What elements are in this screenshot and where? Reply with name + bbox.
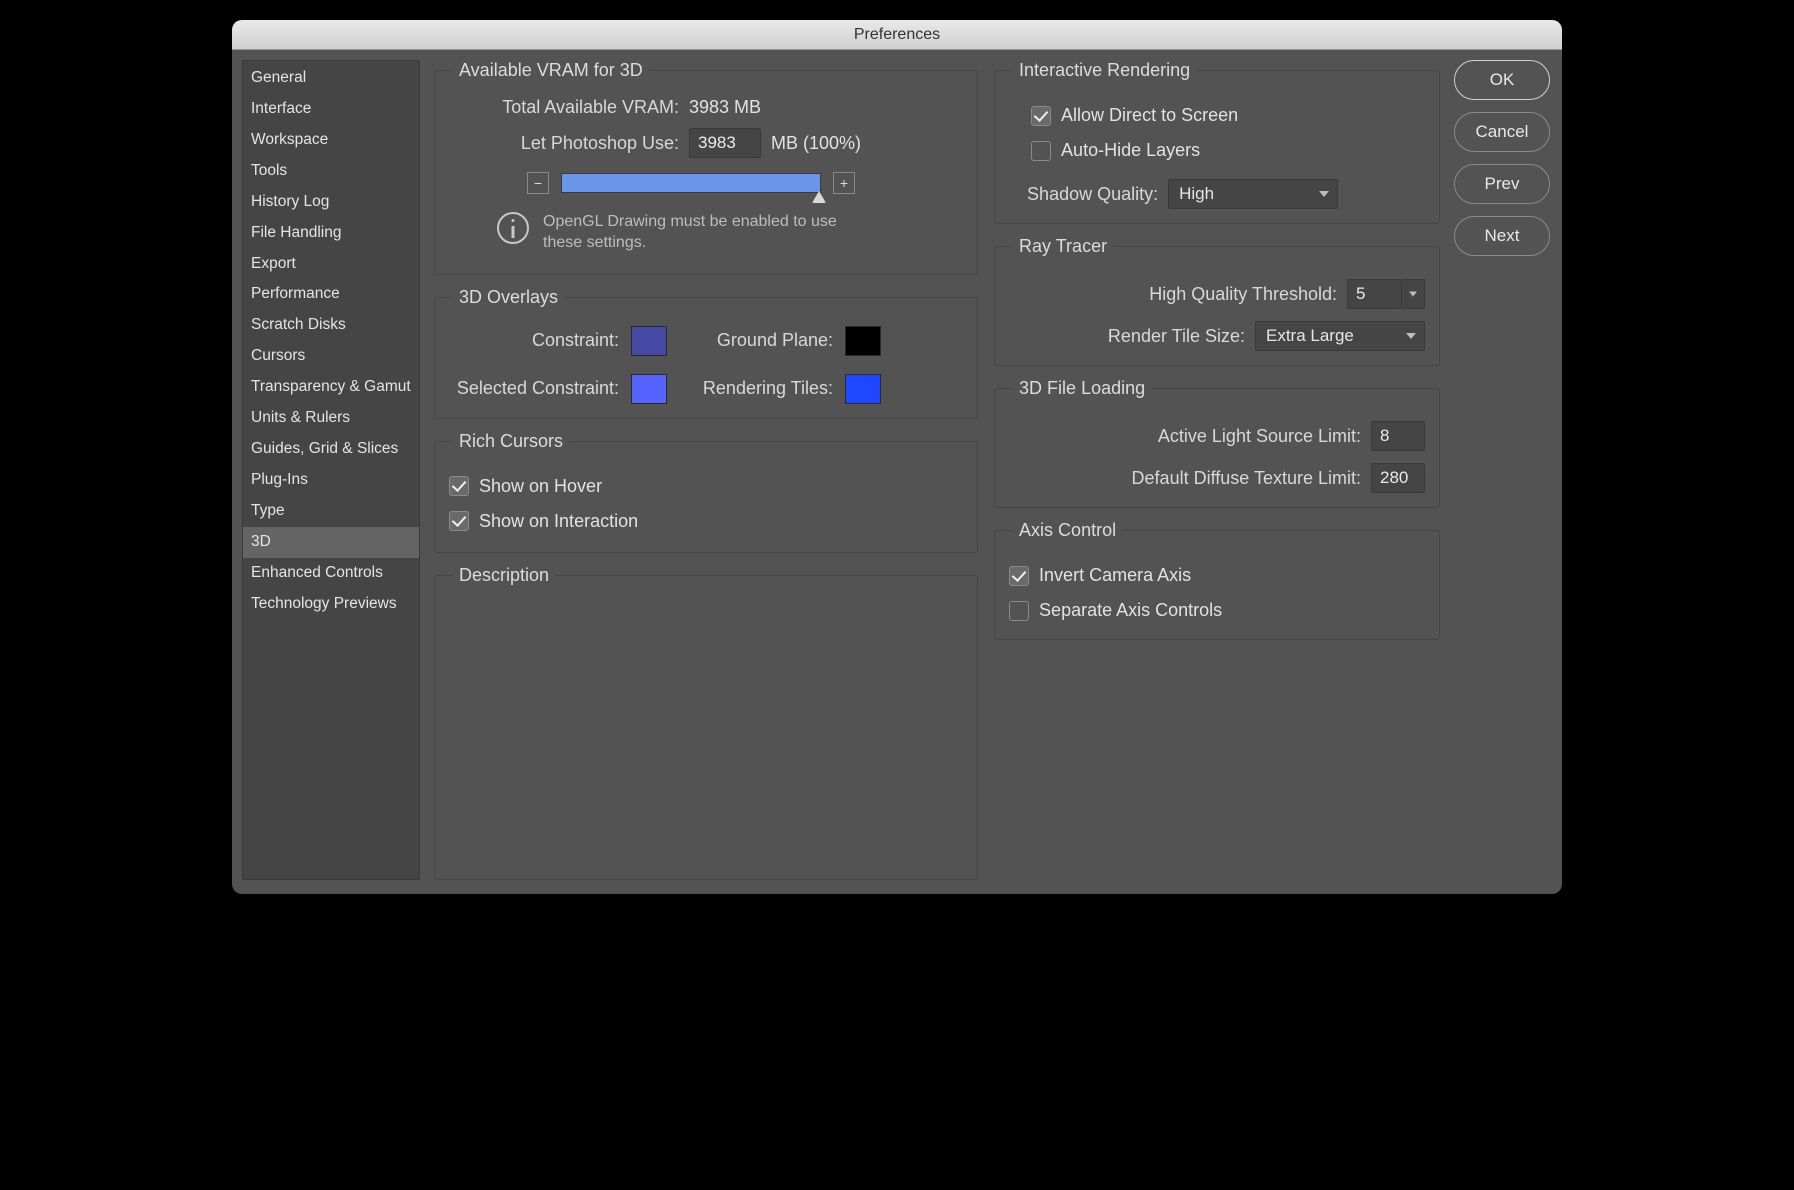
constraint-label: Constraint: — [449, 330, 619, 351]
vram-slider[interactable] — [561, 173, 821, 193]
vram-info-text: OpenGL Drawing must be enabled to use th… — [543, 212, 853, 254]
content: GeneralInterfaceWorkspaceToolsHistory Lo… — [232, 50, 1562, 894]
prev-button[interactable]: Prev — [1454, 164, 1550, 204]
sidebar-item-3d[interactable]: 3D — [243, 527, 419, 558]
ok-button[interactable]: OK — [1454, 60, 1550, 100]
ray-tracer-group: Ray Tracer High Quality Threshold: Rende… — [994, 236, 1440, 366]
selected-constraint-swatch[interactable] — [631, 374, 667, 404]
next-button[interactable]: Next — [1454, 216, 1550, 256]
hq-threshold-select[interactable] — [1347, 279, 1425, 309]
description-group: Description — [434, 565, 978, 880]
axis-control-legend: Axis Control — [1013, 520, 1122, 541]
main-panel: Available VRAM for 3D Total Available VR… — [434, 60, 1440, 880]
ground-plane-label: Ground Plane: — [683, 330, 833, 351]
preferences-window: Preferences GeneralInterfaceWorkspaceToo… — [232, 20, 1562, 894]
sidebar-item-guides-grid-slices[interactable]: Guides, Grid & Slices — [243, 434, 419, 465]
vram-slider-row: − + — [527, 172, 963, 194]
category-sidebar: GeneralInterfaceWorkspaceToolsHistory Lo… — [242, 60, 420, 880]
constraint-swatch[interactable] — [631, 326, 667, 356]
sidebar-item-export[interactable]: Export — [243, 249, 419, 280]
vram-slider-thumb[interactable] — [812, 191, 826, 203]
hq-threshold-caret[interactable] — [1401, 279, 1425, 309]
description-legend: Description — [453, 565, 555, 586]
total-vram-value: 3983 MB — [689, 97, 761, 118]
shadow-quality-label: Shadow Quality: — [1027, 184, 1158, 205]
sidebar-item-tools[interactable]: Tools — [243, 156, 419, 187]
sidebar-item-type[interactable]: Type — [243, 496, 419, 527]
sidebar-item-transparency-gamut[interactable]: Transparency & Gamut — [243, 372, 419, 403]
rendering-tiles-label: Rendering Tiles: — [683, 378, 833, 399]
active-light-input[interactable] — [1371, 421, 1425, 451]
invert-camera-axis-checkbox[interactable] — [1009, 566, 1029, 586]
vram-legend: Available VRAM for 3D — [453, 60, 649, 81]
vram-group: Available VRAM for 3D Total Available VR… — [434, 60, 978, 275]
hq-threshold-label: High Quality Threshold: — [1149, 284, 1337, 305]
let-use-input[interactable] — [689, 128, 761, 158]
left-column: Available VRAM for 3D Total Available VR… — [434, 60, 978, 880]
allow-direct-checkbox[interactable] — [1031, 106, 1051, 126]
vram-minus-button[interactable]: − — [527, 172, 549, 194]
diffuse-limit-input[interactable] — [1371, 463, 1425, 493]
hq-threshold-input[interactable] — [1347, 279, 1401, 309]
show-on-interaction-label: Show on Interaction — [479, 511, 638, 532]
allow-direct-label: Allow Direct to Screen — [1061, 105, 1238, 126]
selected-constraint-label: Selected Constraint: — [449, 378, 619, 399]
file-loading-group: 3D File Loading Active Light Source Limi… — [994, 378, 1440, 508]
let-use-label: Let Photoshop Use: — [489, 133, 679, 154]
sidebar-item-interface[interactable]: Interface — [243, 94, 419, 125]
dialog-buttons: OK Cancel Prev Next — [1454, 60, 1550, 880]
cancel-button[interactable]: Cancel — [1454, 112, 1550, 152]
overlays-group: 3D Overlays Constraint: Ground Plane: Se… — [434, 287, 978, 419]
ground-plane-swatch[interactable] — [845, 326, 881, 356]
total-vram-label: Total Available VRAM: — [489, 97, 679, 118]
render-tile-size-label: Render Tile Size: — [1108, 326, 1245, 347]
auto-hide-layers-checkbox[interactable] — [1031, 141, 1051, 161]
show-on-hover-label: Show on Hover — [479, 476, 602, 497]
interactive-rendering-group: Interactive Rendering Allow Direct to Sc… — [994, 60, 1440, 224]
sidebar-item-technology-previews[interactable]: Technology Previews — [243, 589, 419, 620]
rich-cursors-legend: Rich Cursors — [453, 431, 569, 452]
sidebar-item-units-rulers[interactable]: Units & Rulers — [243, 403, 419, 434]
vram-plus-button[interactable]: + — [833, 172, 855, 194]
sidebar-item-file-handling[interactable]: File Handling — [243, 218, 419, 249]
auto-hide-layers-label: Auto-Hide Layers — [1061, 140, 1200, 161]
sidebar-item-general[interactable]: General — [243, 63, 419, 94]
right-column: Interactive Rendering Allow Direct to Sc… — [994, 60, 1440, 880]
show-on-hover-checkbox[interactable] — [449, 476, 469, 496]
invert-camera-axis-label: Invert Camera Axis — [1039, 565, 1191, 586]
diffuse-limit-label: Default Diffuse Texture Limit: — [1132, 468, 1361, 489]
file-loading-legend: 3D File Loading — [1013, 378, 1151, 399]
active-light-label: Active Light Source Limit: — [1158, 426, 1361, 447]
ray-tracer-legend: Ray Tracer — [1013, 236, 1113, 257]
render-tile-size-select[interactable]: Extra Large — [1255, 321, 1425, 351]
description-body — [449, 596, 963, 776]
sidebar-item-plug-ins[interactable]: Plug-Ins — [243, 465, 419, 496]
sidebar-item-history-log[interactable]: History Log — [243, 187, 419, 218]
sidebar-item-enhanced-controls[interactable]: Enhanced Controls — [243, 558, 419, 589]
overlays-legend: 3D Overlays — [453, 287, 564, 308]
info-icon — [497, 212, 529, 244]
separate-axis-checkbox[interactable] — [1009, 601, 1029, 621]
show-on-interaction-checkbox[interactable] — [449, 511, 469, 531]
sidebar-item-cursors[interactable]: Cursors — [243, 341, 419, 372]
rich-cursors-group: Rich Cursors Show on Hover Show on Inter… — [434, 431, 978, 553]
sidebar-item-workspace[interactable]: Workspace — [243, 125, 419, 156]
interactive-rendering-legend: Interactive Rendering — [1013, 60, 1196, 81]
window-title: Preferences — [232, 20, 1562, 50]
sidebar-item-performance[interactable]: Performance — [243, 279, 419, 310]
let-use-unit: MB (100%) — [771, 133, 861, 154]
rendering-tiles-swatch[interactable] — [845, 374, 881, 404]
sidebar-item-scratch-disks[interactable]: Scratch Disks — [243, 310, 419, 341]
shadow-quality-select[interactable]: High — [1168, 179, 1338, 209]
separate-axis-label: Separate Axis Controls — [1039, 600, 1222, 621]
axis-control-group: Axis Control Invert Camera Axis Separate… — [994, 520, 1440, 640]
